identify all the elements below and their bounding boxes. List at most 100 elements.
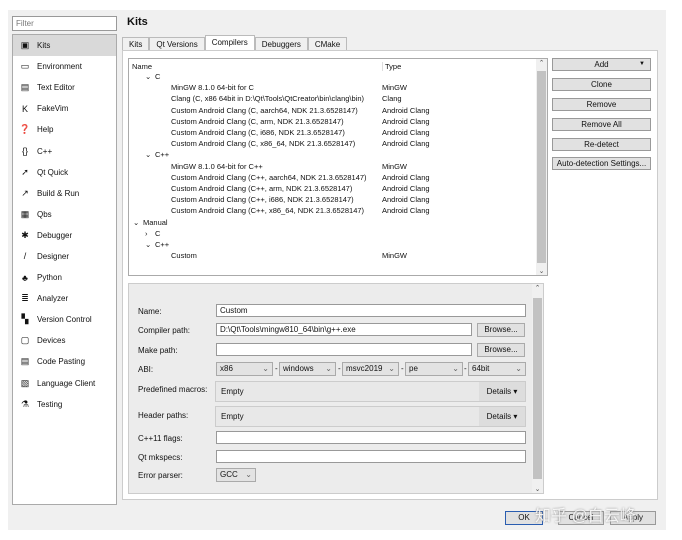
column-header-type[interactable]: Type — [382, 62, 401, 71]
tree-item[interactable]: C++ — [155, 150, 169, 159]
tree-item[interactable]: Custom Android Clang (C++, i686, NDK 21.… — [171, 195, 354, 204]
tree-scrollbar[interactable]: ⌃ ⌄ — [536, 59, 547, 275]
category-icon: ≣ — [21, 293, 29, 304]
tree-item[interactable]: Custom Android Clang (C++, aarch64, NDK … — [171, 173, 367, 182]
sidebar-item-label: Kits — [37, 41, 51, 51]
tree-item[interactable]: Custom Android Clang (C, x86_64, NDK 21.… — [171, 139, 355, 148]
watermark: 知乎 @白云峰 — [535, 508, 636, 525]
make-path-input[interactable] — [216, 343, 472, 356]
remove-all-button[interactable]: Remove All — [552, 118, 651, 131]
tree-item[interactable]: Custom Android Clang (C++, x86_64, NDK 2… — [171, 206, 364, 215]
sidebar-item-text-editor[interactable]: ▤ Text Editor — [13, 77, 116, 98]
tree-item[interactable]: Manual — [143, 218, 168, 227]
category-icon: ❓ — [19, 124, 31, 135]
tree-item[interactable]: Clang (C, x86 64bit in D:\Qt\Tools\QtCre… — [171, 94, 364, 103]
qt-mkspecs-label: Qt mkspecs: — [138, 453, 183, 462]
clone-button[interactable]: Clone — [552, 78, 651, 91]
tree-item[interactable]: C — [155, 72, 160, 81]
cxx11-flags-label: C++11 flags: — [138, 434, 183, 443]
tree-item[interactable]: C++ — [155, 240, 169, 249]
sidebar-item-qt-quick[interactable]: ➚ Qt Quick — [13, 162, 116, 183]
tree-item[interactable]: MinGW 8.1.0 64-bit for C — [171, 83, 254, 92]
error-parser-select[interactable]: GCC ⌄ — [216, 468, 256, 482]
sidebar-item-debugger[interactable]: ✱ Debugger — [13, 225, 116, 246]
tree-item-type: Clang — [382, 94, 402, 104]
tab-compilers[interactable]: Compilers — [204, 35, 255, 50]
make-path-label: Make path: — [138, 346, 178, 355]
abi-os-select[interactable]: windows ⌄ — [279, 362, 336, 376]
sidebar-item-label: Qt Quick — [37, 167, 69, 177]
browse-make-button[interactable]: Browse... — [477, 343, 525, 357]
tree-item[interactable]: MinGW 8.1.0 64-bit for C++ — [171, 162, 263, 171]
abi-flavor-select[interactable]: msvc2019 ⌄ — [342, 362, 399, 376]
tab-qt-versions[interactable]: Qt Versions — [149, 37, 205, 50]
tree-item[interactable]: Custom Android Clang (C++, arm, NDK 21.3… — [171, 184, 352, 193]
sidebar-item-label: Environment — [37, 62, 82, 72]
qt-mkspecs-input[interactable] — [216, 450, 526, 463]
tree-item[interactable]: Custom Android Clang (C, i686, NDK 21.3.… — [171, 128, 345, 137]
category-icon: / — [23, 251, 27, 262]
browse-compiler-button[interactable]: Browse... — [477, 323, 525, 337]
sidebar-item-fakevim[interactable]: K FakeVim — [13, 98, 116, 119]
category-icon: ⚗ — [20, 398, 30, 409]
sidebar-item-c-[interactable]: {} C++ — [13, 140, 116, 161]
sidebar-item-label: Debugger — [37, 230, 73, 240]
abi-format-select[interactable]: pe ⌄ — [405, 362, 463, 376]
sidebar-item-build-run[interactable]: ↗ Build & Run — [13, 183, 116, 204]
headers-details-button[interactable]: Details ▾ — [479, 407, 525, 426]
sidebar-item-environment[interactable]: ▭ Environment — [13, 56, 116, 77]
filter-input[interactable]: Filter — [12, 16, 117, 31]
tree-item[interactable]: Custom Android Clang (C, aarch64, NDK 21… — [171, 106, 358, 115]
collapse-arrow-icon[interactable]: ⌄ — [133, 218, 139, 227]
sidebar-item-label: Devices — [37, 336, 66, 346]
sidebar-item-label: Designer — [37, 251, 70, 261]
abi-architecture-select[interactable]: x86 ⌄ — [216, 362, 273, 376]
tree-item-type: Android Clang — [382, 184, 430, 193]
category-icon: ▤ — [20, 356, 30, 367]
collapse-arrow-icon[interactable]: ⌄ — [145, 150, 151, 159]
sidebar-item-version-control[interactable]: ▚ Version Control — [13, 309, 116, 330]
category-icon: {} — [21, 146, 28, 157]
add-button[interactable]: Add ▼ — [552, 58, 651, 71]
collapse-arrow-icon[interactable]: ⌄ — [145, 240, 151, 249]
expand-arrow-icon[interactable]: › — [145, 229, 148, 238]
tree-item[interactable]: Custom Android Clang (C, arm, NDK 21.3.6… — [171, 117, 344, 126]
auto-detection-settings-button[interactable]: Auto-detection Settings... — [552, 157, 651, 170]
name-input[interactable]: Custom — [216, 304, 526, 317]
compiler-path-input[interactable]: D:\Qt\Tools\mingw810_64\bin\g++.exe — [216, 323, 472, 336]
details-scrollbar[interactable]: ⌃ ⌄ — [532, 284, 543, 493]
sidebar-item-kits[interactable]: ▣ Kits — [13, 35, 116, 57]
sidebar-item-label: Qbs — [37, 209, 52, 219]
sidebar-item-code-pasting[interactable]: ▤ Code Pasting — [13, 351, 116, 372]
remove-button[interactable]: Remove — [552, 98, 651, 111]
compiler-path-label: Compiler path: — [138, 326, 191, 335]
tree-item[interactable]: C — [155, 229, 160, 238]
sidebar-item-python[interactable]: ♣ Python — [13, 267, 116, 288]
redetect-button[interactable]: Re-detect — [552, 138, 651, 151]
category-icon: ↗ — [21, 187, 29, 198]
sidebar-item-label: Code Pasting — [37, 357, 86, 367]
sidebar-item-analyzer[interactable]: ≣ Analyzer — [13, 288, 116, 309]
tree-item[interactable]: Custom — [171, 251, 197, 260]
tree-item-type: Android Clang — [382, 128, 430, 137]
tab-debuggers[interactable]: Debuggers — [254, 37, 308, 50]
abi-width-select[interactable]: 64bit ⌄ — [468, 362, 526, 376]
tab-kits[interactable]: Kits — [122, 37, 150, 50]
category-icon: ▢ — [20, 335, 30, 346]
sidebar-item-language-client[interactable]: ▧ Language Client — [13, 373, 116, 394]
macros-details-button[interactable]: Details ▾ — [479, 382, 525, 401]
category-icon: ▧ — [20, 377, 30, 388]
sidebar-item-help[interactable]: ❓ Help — [13, 119, 116, 140]
sidebar-item-devices[interactable]: ▢ Devices — [13, 330, 116, 351]
header-paths-field: Empty Details ▾ — [215, 406, 526, 427]
tree-item-type: MinGW — [382, 161, 407, 171]
tab-cmake[interactable]: CMake — [307, 37, 348, 50]
collapse-arrow-icon[interactable]: ⌄ — [145, 72, 151, 81]
sidebar-item-designer[interactable]: / Designer — [13, 246, 116, 267]
cxx11-flags-input[interactable] — [216, 431, 526, 444]
sidebar-item-qbs[interactable]: ▦ Qbs — [13, 204, 116, 225]
tree-item-type: Android Clang — [382, 195, 430, 205]
column-header-name[interactable]: Name — [132, 62, 152, 71]
compiler-tree[interactable]: Name Type ⌃ ⌄ ⌄ C MinGW 8.1.0 64-bit for C M… — [128, 58, 548, 276]
sidebar-item-testing[interactable]: ⚗ Testing — [13, 394, 116, 415]
